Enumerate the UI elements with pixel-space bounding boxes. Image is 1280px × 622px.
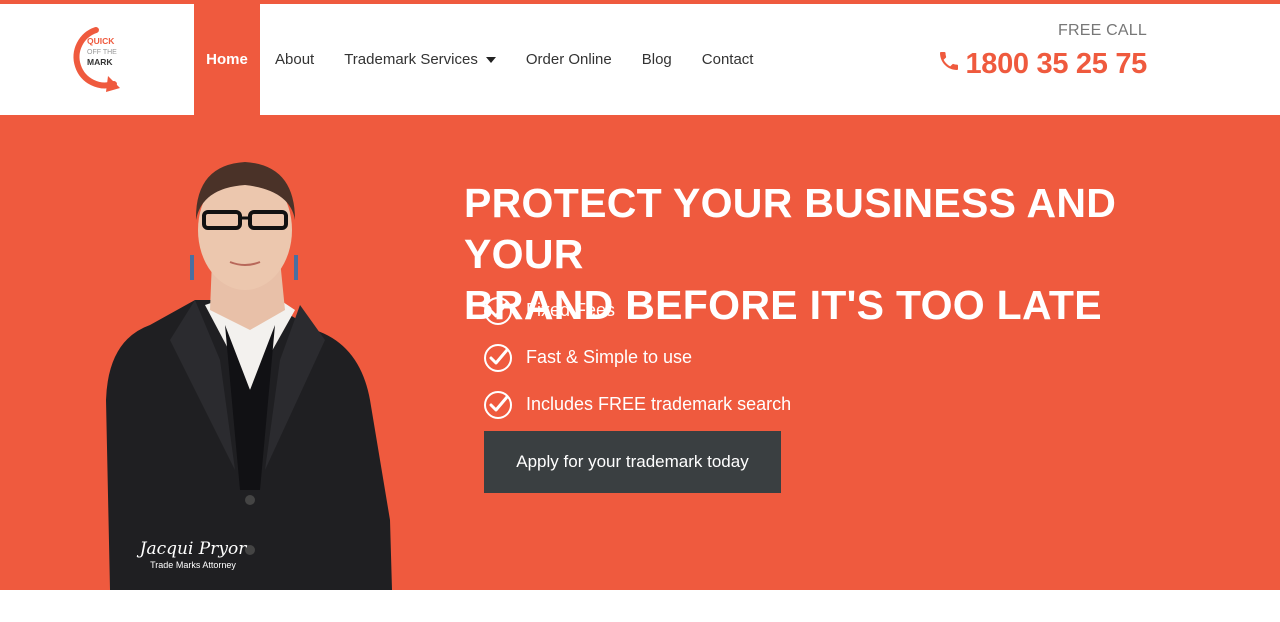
- nav-item-home[interactable]: Home: [194, 4, 260, 115]
- hero-banner: Jacqui Pryor Trade Marks Attorney PROTEC…: [0, 115, 1280, 590]
- logo-text-mark: MARK: [87, 57, 113, 67]
- nav-item-label: Home: [206, 51, 248, 68]
- nav-item-blog[interactable]: Blog: [627, 4, 687, 115]
- nav-item-label: Blog: [641, 51, 672, 68]
- nav-item-about[interactable]: About: [260, 4, 329, 115]
- feature-text: Fixed Fees: [526, 300, 616, 320]
- feature-text: Includes FREE trademark search: [526, 394, 792, 414]
- site-header: QUICK OFF THE MARK Home About Trademark …: [0, 4, 1280, 115]
- nav-item-label: Contact: [701, 51, 754, 68]
- check-circle-icon: [484, 390, 512, 419]
- phone-number-link[interactable]: 1800 35 25 75: [937, 48, 1147, 81]
- nav-item-label: Order Online: [525, 51, 612, 68]
- feature-item: Fast & Simple to use: [483, 334, 791, 381]
- signature-name: Jacqui Pryor: [139, 539, 247, 559]
- phone-icon: [937, 48, 961, 81]
- check-circle-icon: [484, 343, 512, 372]
- nav-item-contact[interactable]: Contact: [687, 4, 769, 115]
- attorney-portrait-image: [106, 162, 392, 590]
- feature-list: Fixed Fees Fast & Simple to use Includes…: [483, 287, 791, 428]
- headline-line-1: PROTECT YOUR BUSINESS AND YOUR: [464, 180, 1117, 277]
- feature-text: Fast & Simple to use: [526, 347, 693, 367]
- main-nav: Home About Trademark Services Order Onli…: [194, 4, 768, 115]
- nav-item-label: Trademark Services: [344, 51, 478, 68]
- free-call-block: FREE CALL 1800 35 25 75: [937, 22, 1147, 81]
- feature-item: Fixed Fees: [483, 287, 791, 334]
- nav-item-trademark-services[interactable]: Trademark Services: [329, 4, 511, 115]
- site-logo[interactable]: QUICK OFF THE MARK: [70, 26, 140, 94]
- free-call-label: FREE CALL: [1058, 22, 1147, 39]
- logo-text-offthe: OFF THE: [87, 49, 117, 56]
- signature-title: Trade Marks Attorney: [150, 560, 236, 570]
- logo-arrow-icon: QUICK OFF THE MARK: [73, 27, 120, 92]
- logo-text-quick: QUICK: [87, 36, 115, 46]
- apply-trademark-button[interactable]: Apply for your trademark today: [484, 431, 781, 493]
- feature-item: Includes FREE trademark search: [483, 381, 791, 428]
- check-circle-icon: [484, 296, 512, 325]
- nav-item-order-online[interactable]: Order Online: [511, 4, 627, 115]
- attorney-signature: Jacqui Pryor Trade Marks Attorney: [138, 540, 248, 570]
- phone-number-text: 1800 35 25 75: [965, 48, 1147, 80]
- caret-down-icon: [485, 56, 496, 63]
- nav-item-label: About: [275, 51, 315, 68]
